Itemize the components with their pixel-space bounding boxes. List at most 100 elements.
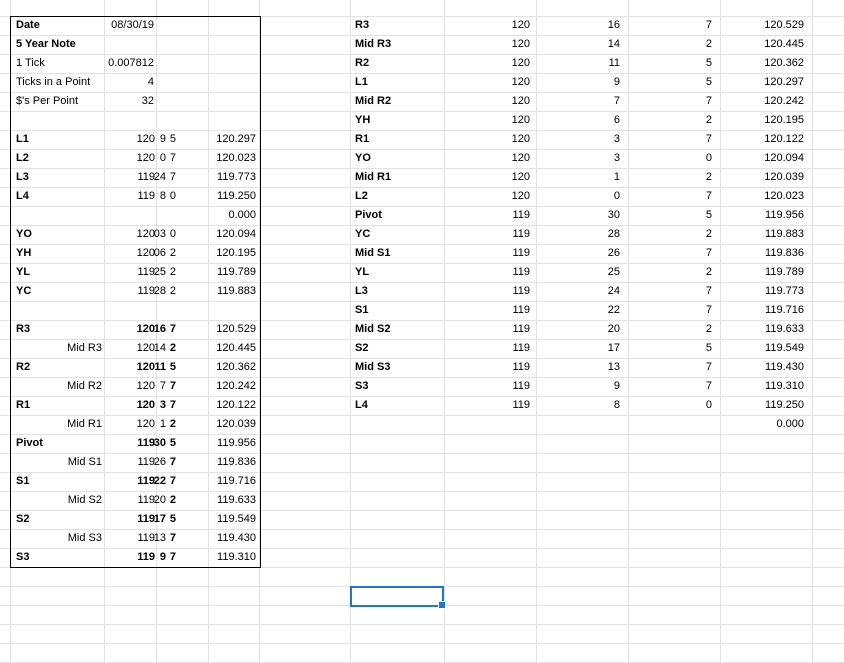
pivot-sublabel[interactable]: Mid R2 <box>50 377 102 396</box>
sorted-tick[interactable]: 24 <box>580 282 620 301</box>
sorted-price[interactable]: 119.633 <box>752 320 804 339</box>
sorted-label[interactable]: L3 <box>355 282 368 301</box>
pivot-price[interactable]: 120.529 <box>204 320 256 339</box>
pivot-tick[interactable]: 1 <box>152 415 166 434</box>
sorted-frac[interactable]: 2 <box>672 168 712 187</box>
sorted-frac[interactable]: 0 <box>672 396 712 415</box>
pivot-price[interactable]: 119.836 <box>204 453 256 472</box>
level-label[interactable]: L2 <box>16 149 29 168</box>
sorted-price[interactable]: 119.883 <box>752 225 804 244</box>
level-label[interactable]: L1 <box>16 130 29 149</box>
sorted-handle[interactable]: 120 <box>490 73 530 92</box>
pivot-tick[interactable]: 9 <box>152 548 166 567</box>
pivot-sublabel[interactable]: Mid S1 <box>50 453 102 472</box>
sorted-price[interactable]: 119.956 <box>752 206 804 225</box>
pivot-frac[interactable]: 7 <box>166 377 176 396</box>
sorted-price[interactable]: 120.529 <box>752 16 804 35</box>
pivot-tick[interactable]: 16 <box>152 320 166 339</box>
pivot-price[interactable]: 120.122 <box>204 396 256 415</box>
instrument-label[interactable]: 5 Year Note <box>16 35 76 54</box>
sorted-frac[interactable]: 7 <box>672 16 712 35</box>
pivot-frac[interactable]: 5 <box>166 510 176 529</box>
pivot-frac[interactable]: 7 <box>166 453 176 472</box>
pivot-sublabel[interactable]: Mid R1 <box>50 415 102 434</box>
pivot-frac[interactable]: 7 <box>166 320 176 339</box>
sorted-frac[interactable]: 2 <box>672 263 712 282</box>
sorted-label[interactable]: Mid S1 <box>355 244 390 263</box>
level-label[interactable]: L4 <box>16 187 29 206</box>
pivot-frac[interactable]: 2 <box>166 491 176 510</box>
sorted-frac[interactable]: 7 <box>672 377 712 396</box>
pivot-sublabel[interactable]: Mid S3 <box>50 529 102 548</box>
pivot-tick[interactable]: 26 <box>152 453 166 472</box>
sorted-tick[interactable]: 28 <box>580 225 620 244</box>
sorted-handle[interactable]: 120 <box>490 54 530 73</box>
pivot-tick[interactable]: 14 <box>152 339 166 358</box>
level-frac[interactable]: 5 <box>166 130 176 149</box>
level-tick[interactable]: 0 <box>152 149 166 168</box>
sorted-price[interactable]: 120.242 <box>752 92 804 111</box>
sorted-frac[interactable]: 2 <box>672 111 712 130</box>
level-price[interactable]: 0.000 <box>204 206 256 225</box>
pivot-frac[interactable]: 5 <box>166 358 176 377</box>
sorted-label[interactable]: L4 <box>355 396 368 415</box>
sorted-frac[interactable]: 5 <box>672 206 712 225</box>
level-tick[interactable]: 8 <box>152 187 166 206</box>
level-frac[interactable]: 0 <box>166 187 176 206</box>
sorted-frac[interactable]: 5 <box>672 54 712 73</box>
sorted-label[interactable]: S2 <box>355 339 368 358</box>
sorted-frac[interactable]: 2 <box>672 320 712 339</box>
sorted-handle[interactable]: 120 <box>490 168 530 187</box>
sorted-tick[interactable]: 7 <box>580 92 620 111</box>
dollars-per-point-value[interactable]: 32 <box>104 92 154 111</box>
pivot-price[interactable]: 120.362 <box>204 358 256 377</box>
sorted-handle[interactable]: 120 <box>490 130 530 149</box>
level-price[interactable]: 119.773 <box>204 168 256 187</box>
selected-cell[interactable] <box>350 586 446 609</box>
date-value[interactable]: 08/30/19 <box>104 16 154 35</box>
dollars-per-point-label[interactable]: $'s Per Point <box>16 92 78 111</box>
level-tick[interactable]: 9 <box>152 130 166 149</box>
pivot-price[interactable]: 119.430 <box>204 529 256 548</box>
sorted-handle[interactable]: 119 <box>490 358 530 377</box>
sorted-tick[interactable]: 8 <box>580 396 620 415</box>
sorted-frac[interactable]: 7 <box>672 130 712 149</box>
pivot-price[interactable]: 119.956 <box>204 434 256 453</box>
sorted-price[interactable]: 119.430 <box>752 358 804 377</box>
sorted-frac[interactable]: 7 <box>672 301 712 320</box>
pivot-price[interactable]: 120.445 <box>204 339 256 358</box>
date-label[interactable]: Date <box>16 16 40 35</box>
pivot-frac[interactable]: 7 <box>166 548 176 567</box>
sorted-handle[interactable]: 119 <box>490 225 530 244</box>
sorted-label[interactable]: Mid S2 <box>355 320 390 339</box>
pivot-tick[interactable]: 20 <box>152 491 166 510</box>
pivot-label[interactable]: S3 <box>16 548 29 567</box>
sorted-handle[interactable]: 120 <box>490 187 530 206</box>
pivot-price[interactable]: 120.242 <box>204 377 256 396</box>
sorted-handle[interactable]: 119 <box>490 206 530 225</box>
pivot-tick[interactable]: 7 <box>152 377 166 396</box>
sorted-label[interactable]: Pivot <box>355 206 382 225</box>
level-tick[interactable]: 28 <box>152 282 166 301</box>
sorted-tick[interactable]: 14 <box>580 35 620 54</box>
sorted-price[interactable]: 119.310 <box>752 377 804 396</box>
pivot-frac[interactable]: 7 <box>166 472 176 491</box>
sorted-label[interactable]: YH <box>355 111 370 130</box>
sorted-handle[interactable]: 119 <box>490 320 530 339</box>
level-label[interactable]: YO <box>16 225 32 244</box>
sorted-label[interactable]: L2 <box>355 187 368 206</box>
level-price[interactable]: 120.023 <box>204 149 256 168</box>
sorted-price[interactable]: 120.094 <box>752 149 804 168</box>
pivot-sublabel[interactable]: Mid R3 <box>50 339 102 358</box>
sorted-frac[interactable]: 5 <box>672 73 712 92</box>
sorted-price[interactable]: 120.122 <box>752 130 804 149</box>
sorted-tick[interactable]: 16 <box>580 16 620 35</box>
pivot-price[interactable]: 119.549 <box>204 510 256 529</box>
pivot-price[interactable]: 119.310 <box>204 548 256 567</box>
pivot-price[interactable]: 119.633 <box>204 491 256 510</box>
pivot-tick[interactable]: 11 <box>152 358 166 377</box>
sorted-label[interactable]: Mid R3 <box>355 35 391 54</box>
pivot-tick[interactable]: 13 <box>152 529 166 548</box>
pivot-label[interactable]: R1 <box>16 396 30 415</box>
pivot-label[interactable]: R3 <box>16 320 30 339</box>
